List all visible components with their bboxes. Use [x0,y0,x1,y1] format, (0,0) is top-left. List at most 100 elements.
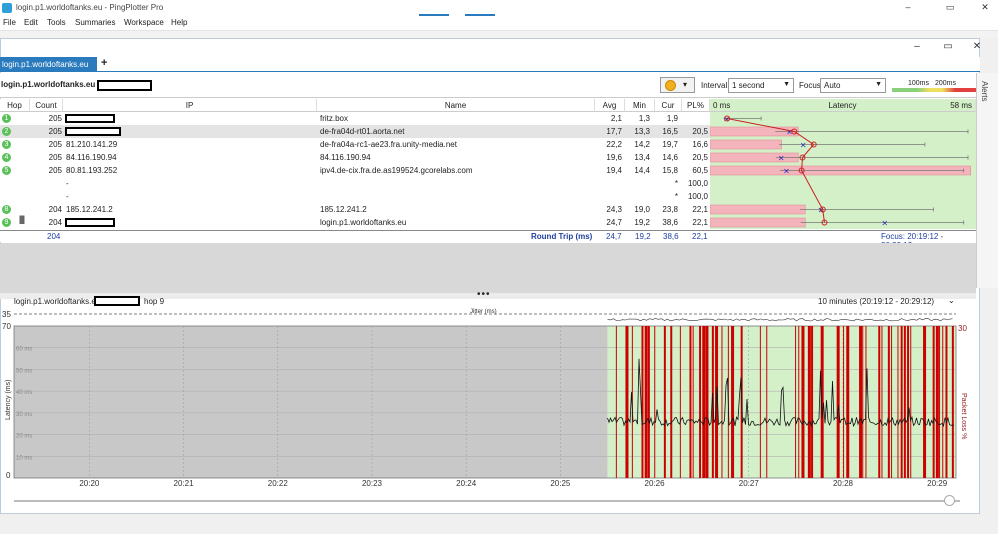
packet-loss-spike [644,326,648,478]
hop-number: 3 [2,140,11,149]
latency-min-label: 0 ms [713,101,731,110]
hop-number: 5 [2,166,11,175]
pause-button[interactable]: ▾ [660,77,695,93]
x-tick-label: 20:26 [645,479,666,488]
packet-loss-spike [663,326,666,478]
y-max-label: 70 [2,322,11,331]
cell-count: 205 [48,153,62,162]
packet-loss-spike [692,326,694,478]
inner-minimize-button[interactable]: – [907,41,927,53]
col-min[interactable]: Min [625,99,655,112]
cell-name: ipv4.de-cix.fra.de.as199524.gcorelabs.co… [320,166,473,175]
col-name[interactable]: Name [317,99,595,112]
packet-loss-spike [935,326,939,478]
right-max-label: 30 [958,324,967,333]
no-data-region [14,326,608,478]
cell-cur: * [674,179,678,188]
packet-loss-spike [923,326,927,478]
cell-name: de-fra04d-rt01.aorta.net [320,127,405,136]
packet-loss-spike [903,326,906,478]
new-tab-button[interactable]: + [101,57,111,71]
packet-loss-spike [759,326,761,478]
timeline-scrollbar[interactable] [14,495,960,506]
redacted-ip [65,218,115,227]
pause-icon [665,80,676,91]
inner-close-button[interactable]: ✕ [967,41,987,53]
packet-loss-spike [862,326,864,478]
graph-icon[interactable]: ▐▌ [17,217,27,224]
tab-target[interactable]: login.p1.worldoftanks.eu [0,57,97,72]
col-cur[interactable]: Cur [655,99,682,112]
packet-loss-spike [846,326,850,478]
scroll-thumb[interactable] [944,495,955,506]
chevron-down-icon[interactable]: ▾ [683,80,687,89]
menu-file[interactable]: File [3,18,16,27]
packet-loss-spike [881,326,883,478]
menu-summaries[interactable]: Summaries [75,18,115,27]
inner-maximize-button[interactable]: ▭ [938,41,958,53]
packet-loss-spike [641,326,644,478]
cell-count: 204 [48,218,62,227]
x-tick-label: 20:28 [833,479,854,488]
graph-range[interactable]: 10 minutes (20:19:12 - 20:29:12) [818,297,934,306]
hop-number: 4 [2,153,11,162]
cell-min: 19,0 [634,205,650,214]
col-hop[interactable]: Hop [0,99,30,112]
cell-pl: 22,1 [692,218,708,227]
cell-name: login.p1.worldoftanks.eu [320,218,407,227]
chevron-down-icon[interactable]: ⌄ [948,296,955,305]
maximize-button[interactable]: ▭ [940,2,960,14]
focus-value: Auto [824,81,841,90]
packet-loss-spike [679,326,681,478]
toolbar-band [0,30,998,38]
packet-loss-spike [721,326,723,478]
empty-table-area [0,243,976,293]
cell-cur: 15,8 [662,166,678,175]
packet-loss-spike [900,326,903,478]
menu-tools[interactable]: Tools [47,18,66,27]
packet-loss-spike [939,326,941,478]
target-label: login.p1.worldoftanks.eu / [1,80,100,89]
col-avg[interactable]: Avg [595,99,625,112]
packet-loss-spike [807,326,811,478]
graph-header: login.p1.worldoftanks.eu hop 9 10 minute… [0,296,960,308]
menu-help[interactable]: Help [171,18,187,27]
cell-avg: 24,7 [606,218,622,227]
packet-loss-spike [766,326,768,478]
packet-loss-spike [910,326,912,478]
grid-label: 30 ms [16,412,32,418]
col-ip[interactable]: IP [63,99,317,112]
col-pl[interactable]: PL% [682,99,710,112]
interval-label: Interval [701,81,728,90]
focus-select[interactable]: Auto ▼ [820,78,886,93]
close-button[interactable]: ✕ [975,2,995,14]
cell-avg: 2,1 [610,114,622,123]
x-tick-label: 20:22 [268,479,289,488]
redacted-ip [65,114,115,123]
alerts-panel[interactable]: Alerts [976,73,998,288]
cell-min: 13,4 [634,153,650,162]
menu-edit[interactable]: Edit [24,18,38,27]
cell-count: 204 [48,205,62,214]
cell-pl: 100,0 [687,179,708,188]
packet-loss-spike [647,326,650,478]
x-tick-label: 20:29 [927,479,948,488]
cell-pl: 60,5 [692,166,708,175]
cell-pl: 100,0 [687,192,708,201]
cell-pl: 20,5 [692,153,708,162]
packet-loss-bar [710,139,782,150]
cell-cur: 23,8 [662,205,678,214]
interval-select[interactable]: 1 second ▼ [728,78,794,93]
latency-legend-bar [892,88,976,92]
packet-loss-spike [843,326,845,478]
data-region [607,326,956,478]
x-tick-label: 20:20 [79,479,100,488]
cell-ip: 80.81.193.252 [66,166,118,175]
minimize-button[interactable]: – [898,2,918,14]
packet-loss-spike [705,326,709,478]
col-count[interactable]: Count [30,99,63,112]
packet-loss-spike [795,326,797,478]
menu-workspace[interactable]: Workspace [124,18,164,27]
col-latency[interactable]: 0 ms Latency 58 ms [710,99,976,112]
hop-number: 9 [2,218,11,227]
